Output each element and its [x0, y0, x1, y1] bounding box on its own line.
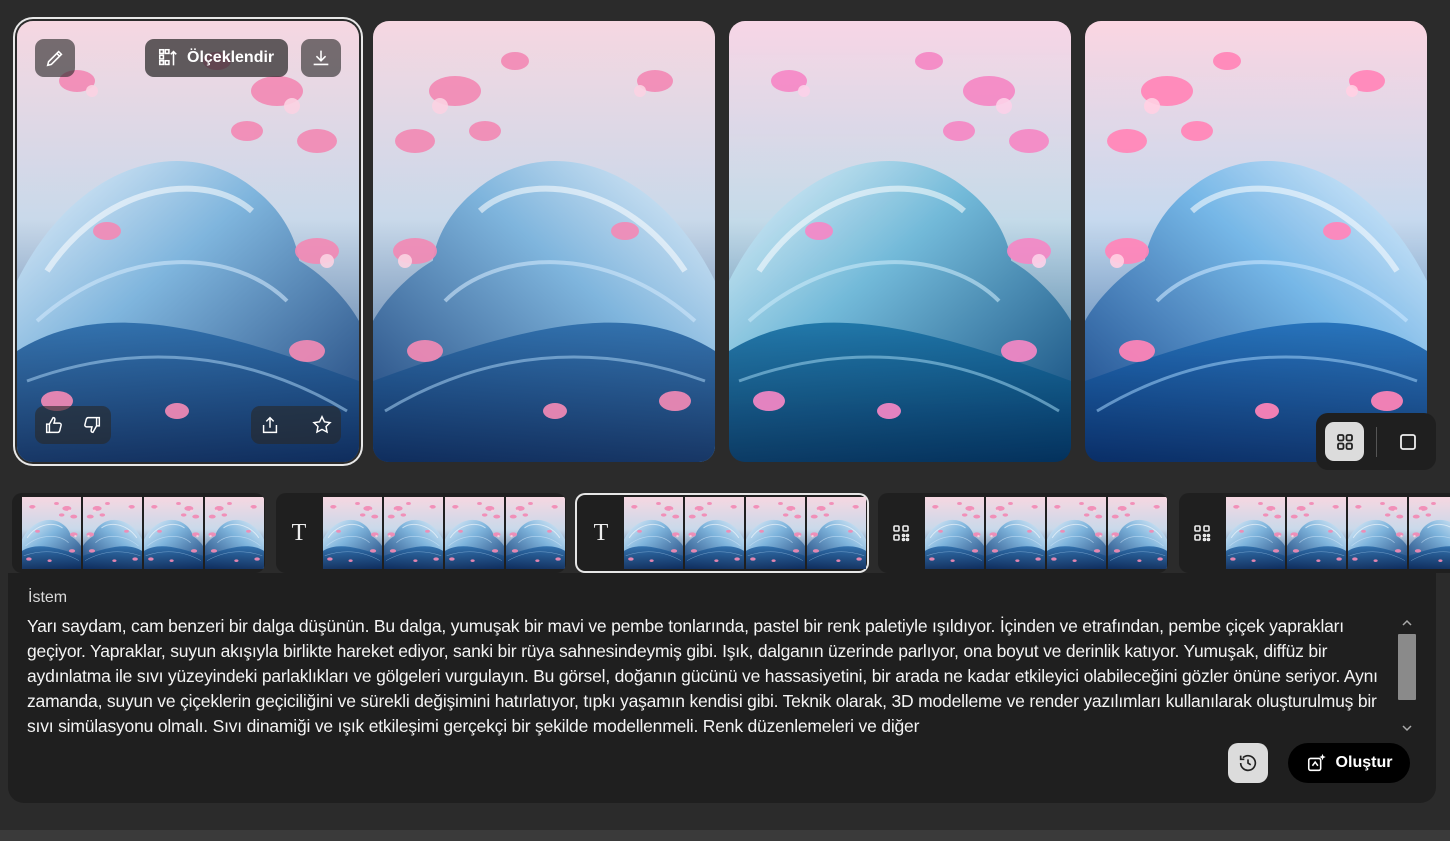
history-thumb[interactable]	[1047, 497, 1106, 569]
grid-view-button[interactable]	[1325, 422, 1364, 461]
history-thumb[interactable]	[323, 497, 382, 569]
history-group-3[interactable]: T	[575, 493, 869, 573]
generated-image-3[interactable]	[729, 21, 1071, 462]
history-group-4[interactable]	[878, 493, 1168, 573]
history-thumb[interactable]	[1348, 497, 1407, 569]
image-artwork	[729, 21, 1071, 462]
upscale-label: Ölçeklendir	[187, 49, 275, 66]
star-icon	[312, 415, 332, 434]
history-thumb[interactable]	[624, 497, 683, 569]
download-icon	[313, 50, 329, 66]
download-button[interactable]	[301, 39, 341, 77]
history-thumb[interactable]	[144, 497, 203, 569]
share-button[interactable]	[251, 406, 289, 444]
generated-image-4[interactable]	[1085, 21, 1427, 462]
history-group-2[interactable]: T	[276, 493, 566, 573]
feedback-group	[35, 406, 111, 444]
prompt-panel: İstem Yarı saydam, cam benzeri bir dalga…	[8, 573, 1436, 803]
generate-button[interactable]: Oluştur	[1288, 743, 1410, 783]
history-thumb[interactable]	[22, 497, 81, 569]
history-thumb[interactable]	[384, 497, 443, 569]
history-thumb[interactable]	[1108, 497, 1167, 569]
history-thumb[interactable]	[807, 497, 866, 569]
history-icon	[1239, 754, 1257, 772]
image-artwork	[1085, 21, 1427, 462]
scroll-down-icon[interactable]	[1399, 720, 1415, 736]
history-thumb[interactable]	[1226, 497, 1285, 569]
thumbs-up-icon	[45, 416, 62, 434]
edit-button[interactable]	[35, 39, 75, 77]
text-prompt-icon: T	[291, 519, 307, 546]
scrollbar-thumb[interactable]	[1398, 634, 1416, 700]
text-prompt-icon: T	[593, 519, 609, 546]
single-view-icon	[1399, 433, 1416, 450]
history-thumb[interactable]	[986, 497, 1045, 569]
generated-image-1[interactable]: Ölçeklendir	[17, 21, 359, 462]
history-thumb[interactable]	[506, 497, 565, 569]
layout-toggle	[1316, 413, 1436, 470]
prompt-scrollbar[interactable]	[1397, 613, 1417, 739]
history-button[interactable]	[1228, 743, 1268, 783]
share-icon	[262, 416, 278, 434]
history-thumb[interactable]	[1409, 497, 1450, 569]
generated-image-2[interactable]	[373, 21, 715, 462]
toggle-divider	[1376, 427, 1377, 457]
history-thumb[interactable]	[746, 497, 805, 569]
generate-label: Oluştur	[1335, 754, 1393, 771]
history-thumb[interactable]	[445, 497, 504, 569]
upscale-icon	[158, 48, 177, 66]
prompt-label: İstem	[28, 589, 68, 606]
upscale-button[interactable]: Ölçeklendir	[145, 39, 289, 77]
image-artwork	[373, 21, 715, 462]
single-view-button[interactable]	[1388, 422, 1427, 461]
share-favorite-group	[251, 406, 341, 444]
like-button[interactable]	[35, 406, 73, 444]
style-grid-icon	[878, 493, 924, 573]
image-artwork	[17, 21, 359, 462]
history-thumb[interactable]	[1287, 497, 1346, 569]
pencil-icon	[46, 50, 63, 67]
history-thumb[interactable]	[925, 497, 984, 569]
thumbs-down-icon	[84, 416, 101, 434]
grid-view-icon	[1336, 433, 1353, 450]
history-thumb[interactable]	[83, 497, 142, 569]
dislike-button[interactable]	[73, 406, 111, 444]
prompt-textarea[interactable]: Yarı saydam, cam benzeri bir dalga düşün…	[27, 614, 1395, 740]
style-grid-icon	[1179, 493, 1225, 573]
sparkle-generate-icon	[1307, 753, 1326, 772]
scroll-up-icon[interactable]	[1399, 615, 1415, 631]
history-group-1[interactable]	[12, 493, 265, 573]
history-thumb[interactable]	[685, 497, 744, 569]
bottom-bar	[0, 830, 1450, 841]
history-group-5[interactable]	[1179, 493, 1450, 573]
history-thumb[interactable]	[205, 497, 264, 569]
favorite-button[interactable]	[303, 406, 341, 444]
